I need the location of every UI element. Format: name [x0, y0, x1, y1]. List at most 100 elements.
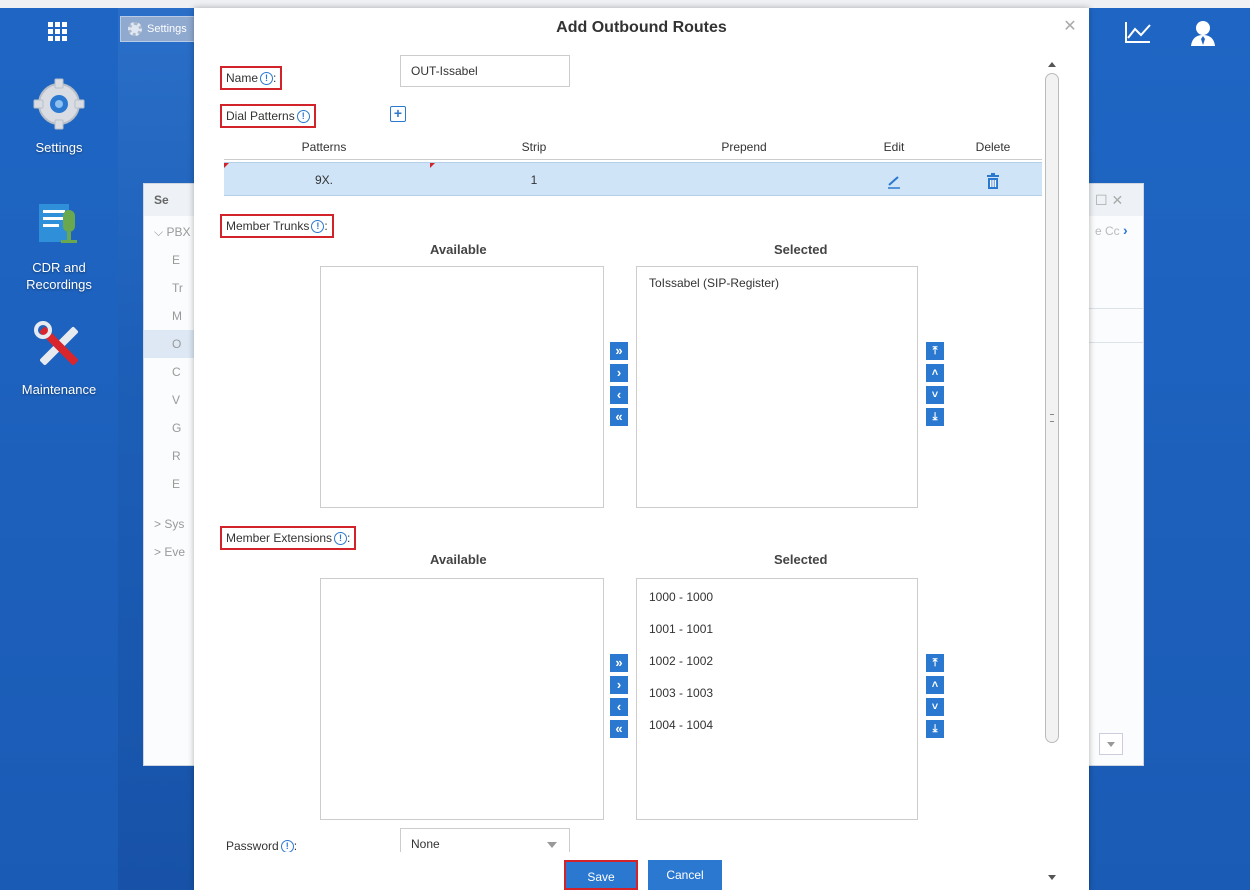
background-dropdown: [1099, 733, 1123, 755]
list-item[interactable]: 1004 - 1004: [637, 709, 917, 741]
tree-item: C: [172, 365, 181, 379]
extensions-selected-header: Selected: [774, 552, 828, 567]
list-item[interactable]: ToIssabel (SIP-Register): [637, 267, 917, 299]
info-icon[interactable]: !: [296, 110, 310, 123]
background-window-title: Se: [144, 184, 194, 216]
strip-cell: 1: [530, 173, 538, 187]
desktop-app-label-line2: Recordings: [26, 277, 92, 292]
cdr-recordings-icon: [39, 204, 77, 243]
desktop-app-label: Maintenance: [21, 382, 97, 397]
move-bottom-button[interactable]: ⤓: [926, 408, 944, 426]
trunks-selected-list[interactable]: ToIssabel (SIP-Register): [636, 266, 918, 508]
password-select-value: None: [411, 837, 440, 851]
desktop-app-label: Settings: [35, 140, 83, 155]
tree-item-selected: O: [144, 330, 194, 358]
pattern-cell: 9X.: [314, 173, 333, 187]
move-down-button[interactable]: ˅: [926, 698, 944, 716]
background-window-hint: e Cc ›: [1095, 222, 1128, 238]
move-down-button[interactable]: ˅: [926, 386, 944, 404]
tree-item: M: [172, 309, 182, 323]
chevron-down-icon: [547, 842, 557, 848]
tree-item: G: [172, 421, 182, 435]
dialog-scrollbar[interactable]: [1044, 58, 1060, 888]
extensions-available-list[interactable]: [320, 578, 604, 820]
password-label: Password!:: [226, 839, 298, 852]
name-input[interactable]: OUT-Issabel: [400, 55, 570, 87]
move-all-left-button[interactable]: «: [610, 720, 628, 738]
dial-patterns-label: Dial Patterns!: [220, 104, 316, 128]
background-window-right: ☐ ✕ e Cc ›: [1088, 183, 1144, 766]
tree-item: ⌵ PBX: [154, 225, 191, 239]
background-settings-window: Se ⌵ PBX E Tr M O C V G R E > Sys > Eve: [143, 183, 195, 766]
tree-item: > Sys: [154, 517, 185, 531]
column-header-prepend: Prepend: [721, 140, 767, 154]
list-item[interactable]: 1002 - 1002: [637, 645, 917, 677]
move-right-button[interactable]: ›: [610, 676, 628, 694]
extensions-available-header: Available: [430, 552, 487, 567]
move-up-button[interactable]: ˄: [926, 676, 944, 694]
desktop-app-maintenance[interactable]: Maintenance: [0, 320, 118, 398]
add-pattern-button[interactable]: +: [390, 106, 406, 122]
move-top-button[interactable]: ⤒: [926, 654, 944, 672]
info-icon[interactable]: !: [260, 72, 274, 85]
member-extensions-label: Member Extensions!:: [220, 526, 357, 550]
tree-item: V: [172, 393, 181, 407]
scroll-down-icon[interactable]: [1048, 875, 1056, 880]
taskbar-tab-settings[interactable]: Settings: [120, 16, 196, 42]
info-icon[interactable]: !: [280, 840, 294, 852]
member-trunks-label: Member Trunks!:: [220, 214, 334, 238]
maintenance-tools-icon: [34, 321, 78, 365]
name-label: Name!:: [220, 66, 283, 90]
trunks-available-list[interactable]: [320, 266, 604, 508]
top-strip: [0, 0, 1250, 8]
add-outbound-routes-dialog: Add Outbound Routes ✕ Name!: OUT-Issabel…: [194, 8, 1089, 890]
tree-item: > Eve: [154, 545, 186, 559]
chart-line-icon[interactable]: [1124, 20, 1152, 44]
desktop-app-settings[interactable]: Settings: [0, 78, 118, 156]
taskbar-tab-label: Settings: [147, 23, 187, 35]
user-account-icon[interactable]: [1190, 20, 1216, 46]
info-icon[interactable]: !: [311, 220, 325, 233]
column-header-edit: Edit: [883, 140, 905, 154]
dialog-title: Add Outbound Routes: [556, 19, 727, 36]
info-icon[interactable]: !: [334, 532, 348, 545]
tree-item: E: [172, 477, 181, 491]
list-item[interactable]: 1000 - 1000: [637, 581, 917, 613]
edit-pencil-icon[interactable]: [886, 173, 902, 189]
move-all-left-button[interactable]: «: [610, 408, 628, 426]
gear-icon: [128, 22, 142, 36]
move-all-right-button[interactable]: »: [610, 342, 628, 360]
list-item[interactable]: 1003 - 1003: [637, 677, 917, 709]
move-top-button[interactable]: ⤒: [926, 342, 944, 360]
move-up-button[interactable]: ˄: [926, 364, 944, 382]
dialog-body: Name!: OUT-Issabel Dial Patterns! + Patt…: [194, 52, 1046, 852]
desktop-app-label-line1: CDR and: [32, 260, 86, 275]
trunks-selected-header: Selected: [774, 242, 828, 257]
scroll-up-icon[interactable]: [1048, 62, 1056, 67]
table-row[interactable]: 9X. 1: [224, 162, 1042, 196]
move-left-button[interactable]: ‹: [610, 386, 628, 404]
extensions-selected-list[interactable]: 1000 - 1000 1001 - 1001 1002 - 1002 1003…: [636, 578, 918, 820]
move-right-button[interactable]: ›: [610, 364, 628, 382]
settings-gear-icon: [33, 78, 85, 130]
scroll-thumb[interactable]: [1045, 73, 1059, 743]
background-window-controls: ☐ ✕: [1089, 184, 1143, 216]
close-icon[interactable]: ✕: [1061, 18, 1079, 36]
app-grid-icon[interactable]: [48, 22, 68, 42]
tree-item: E: [172, 253, 181, 267]
trash-icon[interactable]: [986, 172, 1000, 189]
move-all-right-button[interactable]: »: [610, 654, 628, 672]
save-button[interactable]: Save: [564, 860, 638, 890]
move-left-button[interactable]: ‹: [610, 698, 628, 716]
list-item[interactable]: 1001 - 1001: [637, 613, 917, 645]
move-bottom-button[interactable]: ⤓: [926, 720, 944, 738]
delete-cell: [944, 163, 1042, 197]
desktop-app-cdr[interactable]: CDR and Recordings: [0, 198, 118, 293]
tree-item: Tr: [172, 281, 183, 295]
tree-item: R: [172, 449, 181, 463]
cancel-button[interactable]: Cancel: [648, 860, 722, 890]
password-select[interactable]: None: [400, 828, 570, 852]
desktop-left-panel: Settings CDR and Recordings Maintenance: [0, 8, 118, 890]
scroll-grip-icon: [1050, 414, 1054, 422]
edit-cell: [844, 163, 944, 197]
